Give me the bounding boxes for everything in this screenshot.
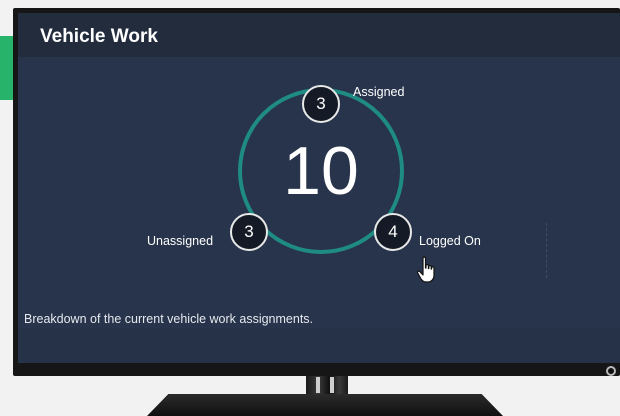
power-led-icon bbox=[606, 366, 616, 376]
monitor-screen: Vehicle Work 10 3 Assigned 3 Unassigned … bbox=[18, 13, 620, 363]
unassigned-label: Unassigned bbox=[147, 234, 214, 248]
widget-header: Vehicle Work bbox=[18, 13, 620, 57]
loggedon-label: Logged On bbox=[419, 234, 481, 248]
total-count: 10 bbox=[283, 133, 359, 209]
background-artifact bbox=[538, 223, 547, 278]
unassigned-count-badge[interactable]: 3 bbox=[230, 213, 268, 251]
assigned-count-badge[interactable]: 3 bbox=[302, 85, 340, 123]
loggedon-count-badge[interactable]: 4 bbox=[374, 213, 412, 251]
monitor-stand-base bbox=[147, 394, 503, 416]
widget-title: Vehicle Work bbox=[40, 26, 158, 47]
stand-slot bbox=[316, 377, 320, 393]
hand-pointer-icon bbox=[416, 256, 435, 283]
widget-description: Breakdown of the current vehicle work as… bbox=[24, 312, 314, 326]
widget-footer-band bbox=[18, 328, 620, 363]
monitor-stand-neck bbox=[306, 376, 348, 396]
assigned-label: Assigned bbox=[353, 85, 405, 99]
stand-slot bbox=[330, 377, 334, 393]
